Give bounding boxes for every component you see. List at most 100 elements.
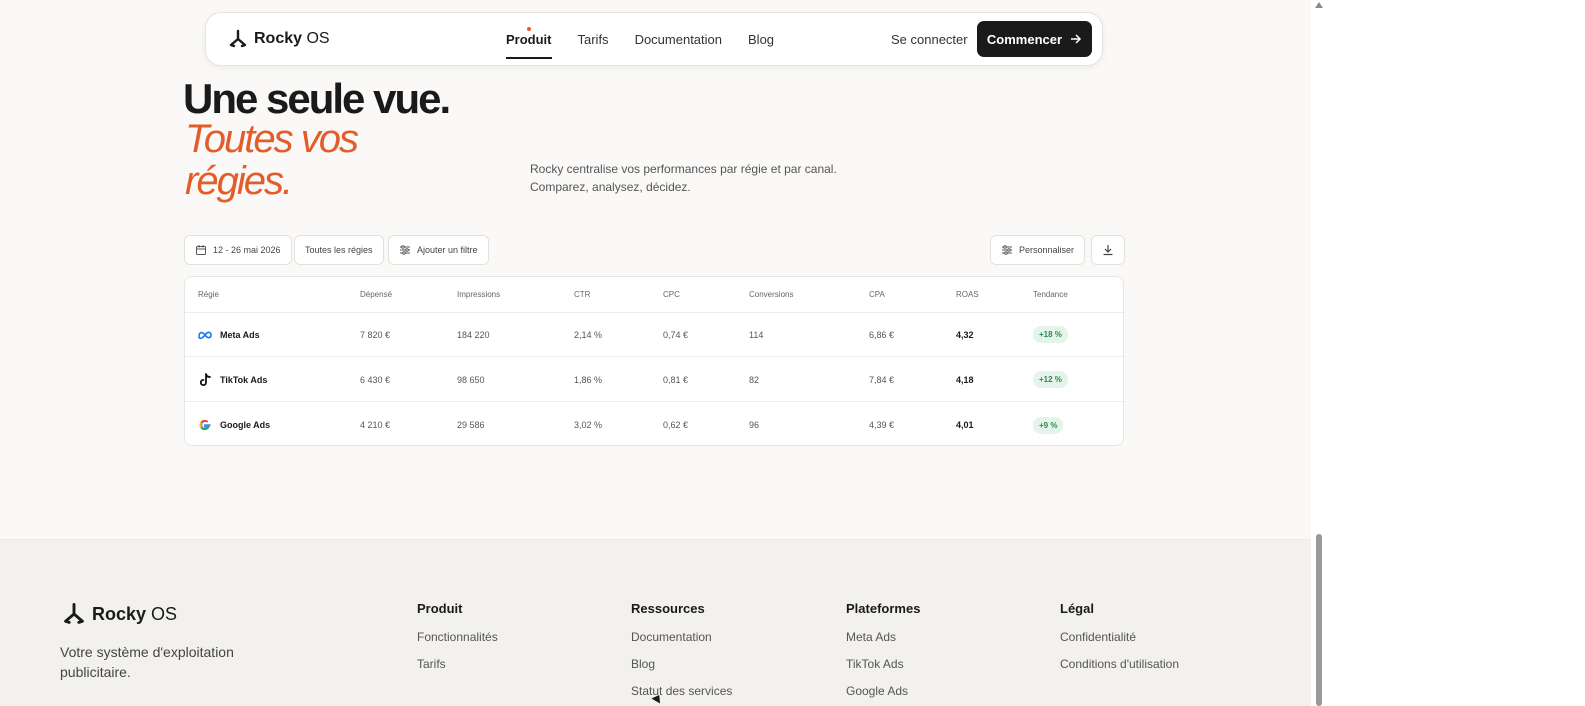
footer-col-title: Produit: [417, 601, 463, 616]
arrow-right-icon: [1071, 34, 1082, 44]
footer-logo[interactable]: Rocky OS: [62, 602, 177, 626]
footer-link[interactable]: Confidentialité: [1060, 630, 1179, 657]
nav-link-produit[interactable]: Produit: [506, 13, 552, 67]
logo[interactable]: Rocky OS: [228, 29, 330, 49]
scroll-up-arrow-icon[interactable]: [1315, 2, 1323, 8]
col-header[interactable]: Dépensé: [360, 277, 392, 312]
col-header[interactable]: CTR: [574, 277, 590, 312]
download-icon: [1103, 245, 1113, 256]
cpa-cell: 4,39 €: [869, 420, 895, 430]
nav-link-blog[interactable]: Blog: [748, 13, 774, 67]
spent-cell: 6 430 €: [360, 374, 391, 385]
footer-link[interactable]: Conditions d'utilisation: [1060, 657, 1179, 684]
footer-link[interactable]: Documentation: [631, 630, 732, 657]
conversions-cell: 82: [749, 374, 760, 385]
logo-text: Rocky OS: [254, 30, 330, 47]
rocky-logo-icon: [64, 602, 84, 624]
date-range-label: 12 - 26 mai 2026: [213, 245, 281, 255]
footer-link[interactable]: Statut des services: [631, 684, 732, 706]
login-link[interactable]: Se connecter: [891, 32, 968, 47]
conversions-cell: 114: [749, 329, 764, 340]
col-header[interactable]: CPC: [663, 277, 680, 312]
meta-icon: [198, 331, 212, 339]
cpc-cell: 0,74 €: [663, 329, 689, 340]
nav-link-documentation[interactable]: Documentation: [635, 13, 722, 67]
google-icon: [199, 419, 211, 431]
col-header[interactable]: ROAS: [956, 277, 979, 312]
hero-subtitle: Rocky centralise vos performances par ré…: [530, 160, 870, 196]
start-button[interactable]: Commencer: [977, 21, 1092, 57]
footer-link[interactable]: Google Ads: [846, 684, 920, 706]
ctr-cell: 3,02 %: [574, 420, 603, 430]
top-nav: Rocky OS Produit Tarifs Documentation Bl…: [205, 12, 1103, 66]
cpc-cell: 0,81 €: [663, 374, 689, 385]
trend-badge: +12 %: [1033, 371, 1068, 388]
add-filter-button[interactable]: Ajouter un filtre: [388, 235, 489, 265]
table-header: Régie Dépensé Impressions CTR CPC Conver…: [185, 277, 1123, 313]
regies-filter-label: Toutes les régies: [305, 245, 373, 255]
page: Rocky OS Produit Tarifs Documentation Bl…: [0, 0, 1311, 706]
trend-badge: +18 %: [1033, 326, 1068, 343]
footer-link[interactable]: Fonctionnalités: [417, 630, 498, 657]
nav-links: Produit Tarifs Documentation Blog: [506, 13, 774, 67]
impressions-cell: 184 220: [457, 329, 490, 340]
customize-button[interactable]: Personnaliser: [990, 235, 1086, 265]
col-header[interactable]: Conversions: [749, 277, 793, 312]
table-row[interactable]: TikTok Ads 6 430 € 98 650 1,86 % 0,81 € …: [185, 358, 1123, 402]
col-header[interactable]: CPA: [869, 277, 885, 312]
regie-name: TikTok Ads: [220, 374, 268, 385]
ctr-cell: 1,86 %: [574, 374, 603, 385]
impressions-cell: 29 586: [457, 420, 485, 430]
footer-link[interactable]: Tarifs: [417, 657, 498, 684]
footer-col-title: Ressources: [631, 601, 705, 616]
spent-cell: 7 820 €: [360, 329, 391, 340]
footer-link[interactable]: Meta Ads: [846, 630, 920, 657]
hero-title: Une seule vue.: [183, 75, 451, 122]
regie-name-cell: Google Ads: [198, 403, 271, 445]
hero-subtitle-line2: Comparez, analysez, décidez.: [530, 180, 691, 194]
col-header[interactable]: Tendance: [1033, 277, 1068, 312]
cpc-cell: 0,62 €: [663, 420, 689, 430]
cpa-cell: 6,86 €: [869, 329, 895, 340]
regie-name: Meta Ads: [220, 329, 260, 340]
footer: Rocky OS Votre système d'exploitation pu…: [0, 539, 1311, 706]
trend-cell: +18 %: [1033, 313, 1068, 356]
trend-cell: +9 %: [1033, 403, 1064, 445]
rocky-logo-icon: [229, 29, 247, 48]
col-header[interactable]: Impressions: [457, 277, 500, 312]
footer-link[interactable]: TikTok Ads: [846, 657, 920, 684]
footer-col-title: Légal: [1060, 601, 1094, 616]
col-header[interactable]: Régie: [198, 277, 219, 312]
footer-col-title: Plateformes: [846, 601, 921, 616]
roas-cell: 4,18: [956, 374, 974, 385]
nav-link-tarifs[interactable]: Tarifs: [578, 13, 609, 67]
scroll-thumb[interactable]: [1316, 534, 1322, 706]
table-row[interactable]: Google Ads 4 210 € 29 586 3,02 % 0,62 € …: [185, 403, 1123, 445]
regie-name-cell: TikTok Ads: [198, 358, 267, 401]
footer-col-ressources: Ressources Documentation Blog Statut des…: [631, 601, 732, 706]
hero-title-accent: Toutes vos régies.: [185, 117, 359, 203]
trend-cell: +12 %: [1033, 358, 1068, 401]
sliders-icon: [1002, 245, 1012, 255]
calendar-icon: [196, 245, 206, 255]
cpa-cell: 7,84 €: [869, 374, 895, 385]
start-button-label: Commencer: [986, 31, 1063, 47]
footer-logo-text: Rocky OS: [92, 603, 178, 624]
footer-tagline: Votre système d'exploitation publicitair…: [60, 644, 234, 680]
download-button[interactable]: [1091, 235, 1125, 265]
regies-filter[interactable]: Toutes les régies: [294, 235, 384, 265]
regie-name: Google Ads: [220, 420, 271, 430]
footer-col-legal: Légal Confidentialité Conditions d'utili…: [1060, 601, 1179, 684]
sliders-icon: [400, 245, 410, 255]
hero-subtitle-line1: Rocky centralise vos performances par ré…: [530, 162, 837, 176]
vertical-scrollbar[interactable]: [1311, 0, 1327, 706]
table-row[interactable]: Meta Ads 7 820 € 184 220 2,14 % 0,74 € 1…: [185, 313, 1123, 357]
ctr-cell: 2,14 %: [574, 329, 603, 340]
footer-link[interactable]: Blog: [631, 657, 732, 684]
footer-col-produit: Produit Fonctionnalités Tarifs: [417, 601, 498, 684]
footer-col-plateformes: Plateformes Meta Ads TikTok Ads Google A…: [846, 601, 920, 706]
regie-name-cell: Meta Ads: [198, 313, 260, 356]
date-range-filter[interactable]: 12 - 26 mai 2026: [184, 235, 292, 265]
conversions-cell: 96: [749, 420, 760, 430]
roas-cell: 4,01: [956, 420, 974, 430]
